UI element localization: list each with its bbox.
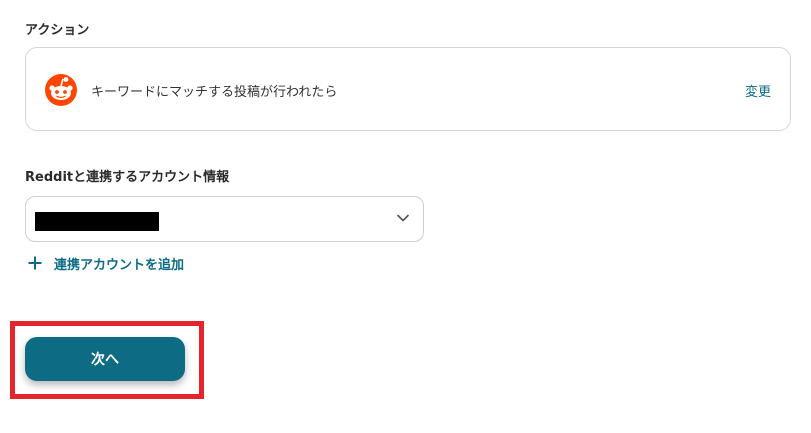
account-select[interactable]: [25, 196, 424, 242]
account-section-label: Redditと連携するアカウント情報: [25, 170, 230, 185]
action-card: キーワードにマッチする投稿が行われたら 変更: [25, 47, 791, 131]
action-section-label: アクション: [25, 23, 90, 38]
change-link[interactable]: 変更: [745, 81, 771, 100]
action-text: キーワードにマッチする投稿が行われたら: [91, 85, 338, 100]
reddit-icon: [45, 74, 77, 106]
next-button[interactable]: 次へ: [25, 337, 185, 381]
redacted-account-value: [35, 212, 159, 231]
add-account-link[interactable]: 連携アカウントを追加: [28, 253, 184, 273]
add-account-label: 連携アカウントを追加: [54, 257, 185, 273]
plus-icon: [28, 256, 42, 270]
chevron-down-icon: [397, 214, 409, 222]
